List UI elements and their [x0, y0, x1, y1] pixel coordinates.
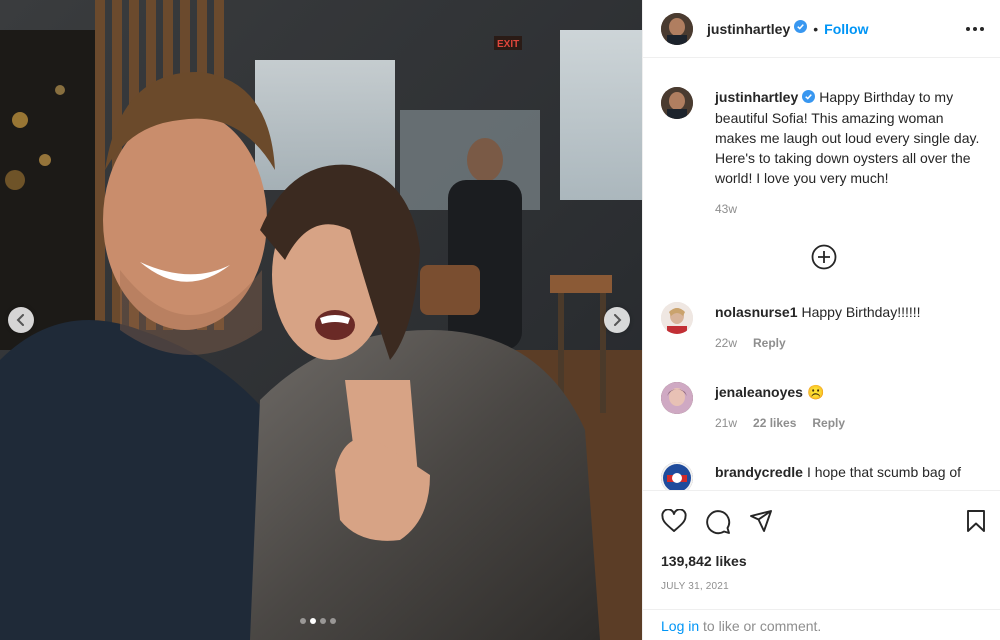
comment-username[interactable]: nolasnurse1 — [715, 304, 797, 320]
comment-item: nolasnurse1 Happy Birthday!!!!!! 22w Repl… — [661, 302, 991, 350]
post-date[interactable]: JULY 31, 2021 — [661, 581, 729, 592]
comment-body: I hope that scumb bag of — [806, 464, 962, 480]
caption-age[interactable]: 43w — [715, 202, 737, 216]
comment-icon[interactable] — [705, 509, 731, 535]
bookmark-icon[interactable] — [965, 509, 987, 533]
follow-button[interactable]: Follow — [824, 21, 868, 37]
author-username[interactable]: justinhartley — [707, 21, 790, 37]
plus-circle-icon[interactable] — [811, 244, 837, 270]
carousel-dot — [330, 618, 336, 624]
caption-comment: justinhartley Happy Birthday to my beauti… — [661, 87, 991, 216]
comment-likes[interactable]: 22 likes — [753, 416, 796, 430]
avatar-image — [661, 462, 693, 490]
carousel-dot — [300, 618, 306, 624]
commenter-avatar[interactable] — [661, 462, 693, 490]
comment-age[interactable]: 22w — [715, 336, 737, 350]
post-header: justinhartley • Follow — [643, 0, 1000, 58]
comment-text: brandycredle I hope that scumb bag of — [715, 462, 985, 482]
caption-username[interactable]: justinhartley — [715, 89, 798, 105]
comment-username[interactable]: brandycredle — [715, 464, 803, 480]
author-avatar[interactable] — [661, 12, 693, 45]
comment-body: Happy Birthday!!!!!! — [801, 304, 921, 320]
login-suffix: to like or comment. — [699, 618, 822, 634]
share-icon[interactable] — [749, 509, 773, 533]
reply-button[interactable]: Reply — [812, 416, 845, 430]
comment-text: nolasnurse1 Happy Birthday!!!!!! — [715, 302, 985, 322]
svg-text:EXIT: EXIT — [497, 39, 519, 50]
caption-text: justinhartley Happy Birthday to my beauti… — [715, 87, 985, 188]
chevron-right-icon — [614, 314, 622, 326]
avatar-image — [661, 87, 693, 119]
comment-item: brandycredle I hope that scumb bag of — [661, 462, 991, 490]
login-prompt: Log in to like or comment. — [643, 609, 1000, 640]
comment-item: jenaleanoyes ☹️ 21w 22 likes Reply — [661, 382, 991, 430]
avatar-image — [661, 12, 693, 45]
photo-scene: EXIT — [0, 0, 642, 640]
carousel-dot-active — [310, 618, 316, 624]
avatar-image — [661, 382, 693, 414]
post-photo[interactable]: EXIT — [0, 0, 642, 640]
comment-text: jenaleanoyes ☹️ — [715, 382, 985, 402]
comment-body: ☹️ — [806, 384, 825, 400]
header-separator: • — [813, 20, 819, 37]
avatar-image — [661, 302, 693, 334]
login-link[interactable]: Log in — [661, 618, 699, 634]
more-options-icon[interactable] — [966, 26, 984, 31]
comment-meta: 21w 22 likes Reply — [715, 416, 985, 430]
reply-button[interactable]: Reply — [753, 336, 786, 350]
post-side-panel: justinhartley • Follow justinhartley Happ… — [642, 0, 1000, 640]
comments-section[interactable]: justinhartley Happy Birthday to my beauti… — [643, 58, 1000, 490]
carousel-indicator — [300, 618, 336, 624]
post-actions: 139,842 likes JULY 31, 2021 Log in to li… — [643, 490, 1000, 640]
comment-meta: 22w Reply — [715, 336, 985, 350]
caption-meta: 43w — [715, 202, 985, 216]
likes-count[interactable]: 139,842 likes — [661, 553, 747, 569]
carousel-dot — [320, 618, 326, 624]
comment-username[interactable]: jenaleanoyes — [715, 384, 803, 400]
comment-age[interactable]: 21w — [715, 416, 737, 430]
action-icons-row — [661, 509, 987, 535]
previous-photo-button[interactable] — [8, 307, 34, 333]
chevron-left-icon — [16, 314, 24, 326]
next-photo-button[interactable] — [604, 307, 630, 333]
heart-icon[interactable] — [661, 509, 687, 533]
commenter-avatar[interactable] — [661, 302, 693, 334]
verified-badge-icon — [802, 88, 816, 108]
verified-badge-icon — [794, 19, 808, 38]
commenter-avatar[interactable] — [661, 382, 693, 414]
author-avatar[interactable] — [661, 87, 693, 119]
